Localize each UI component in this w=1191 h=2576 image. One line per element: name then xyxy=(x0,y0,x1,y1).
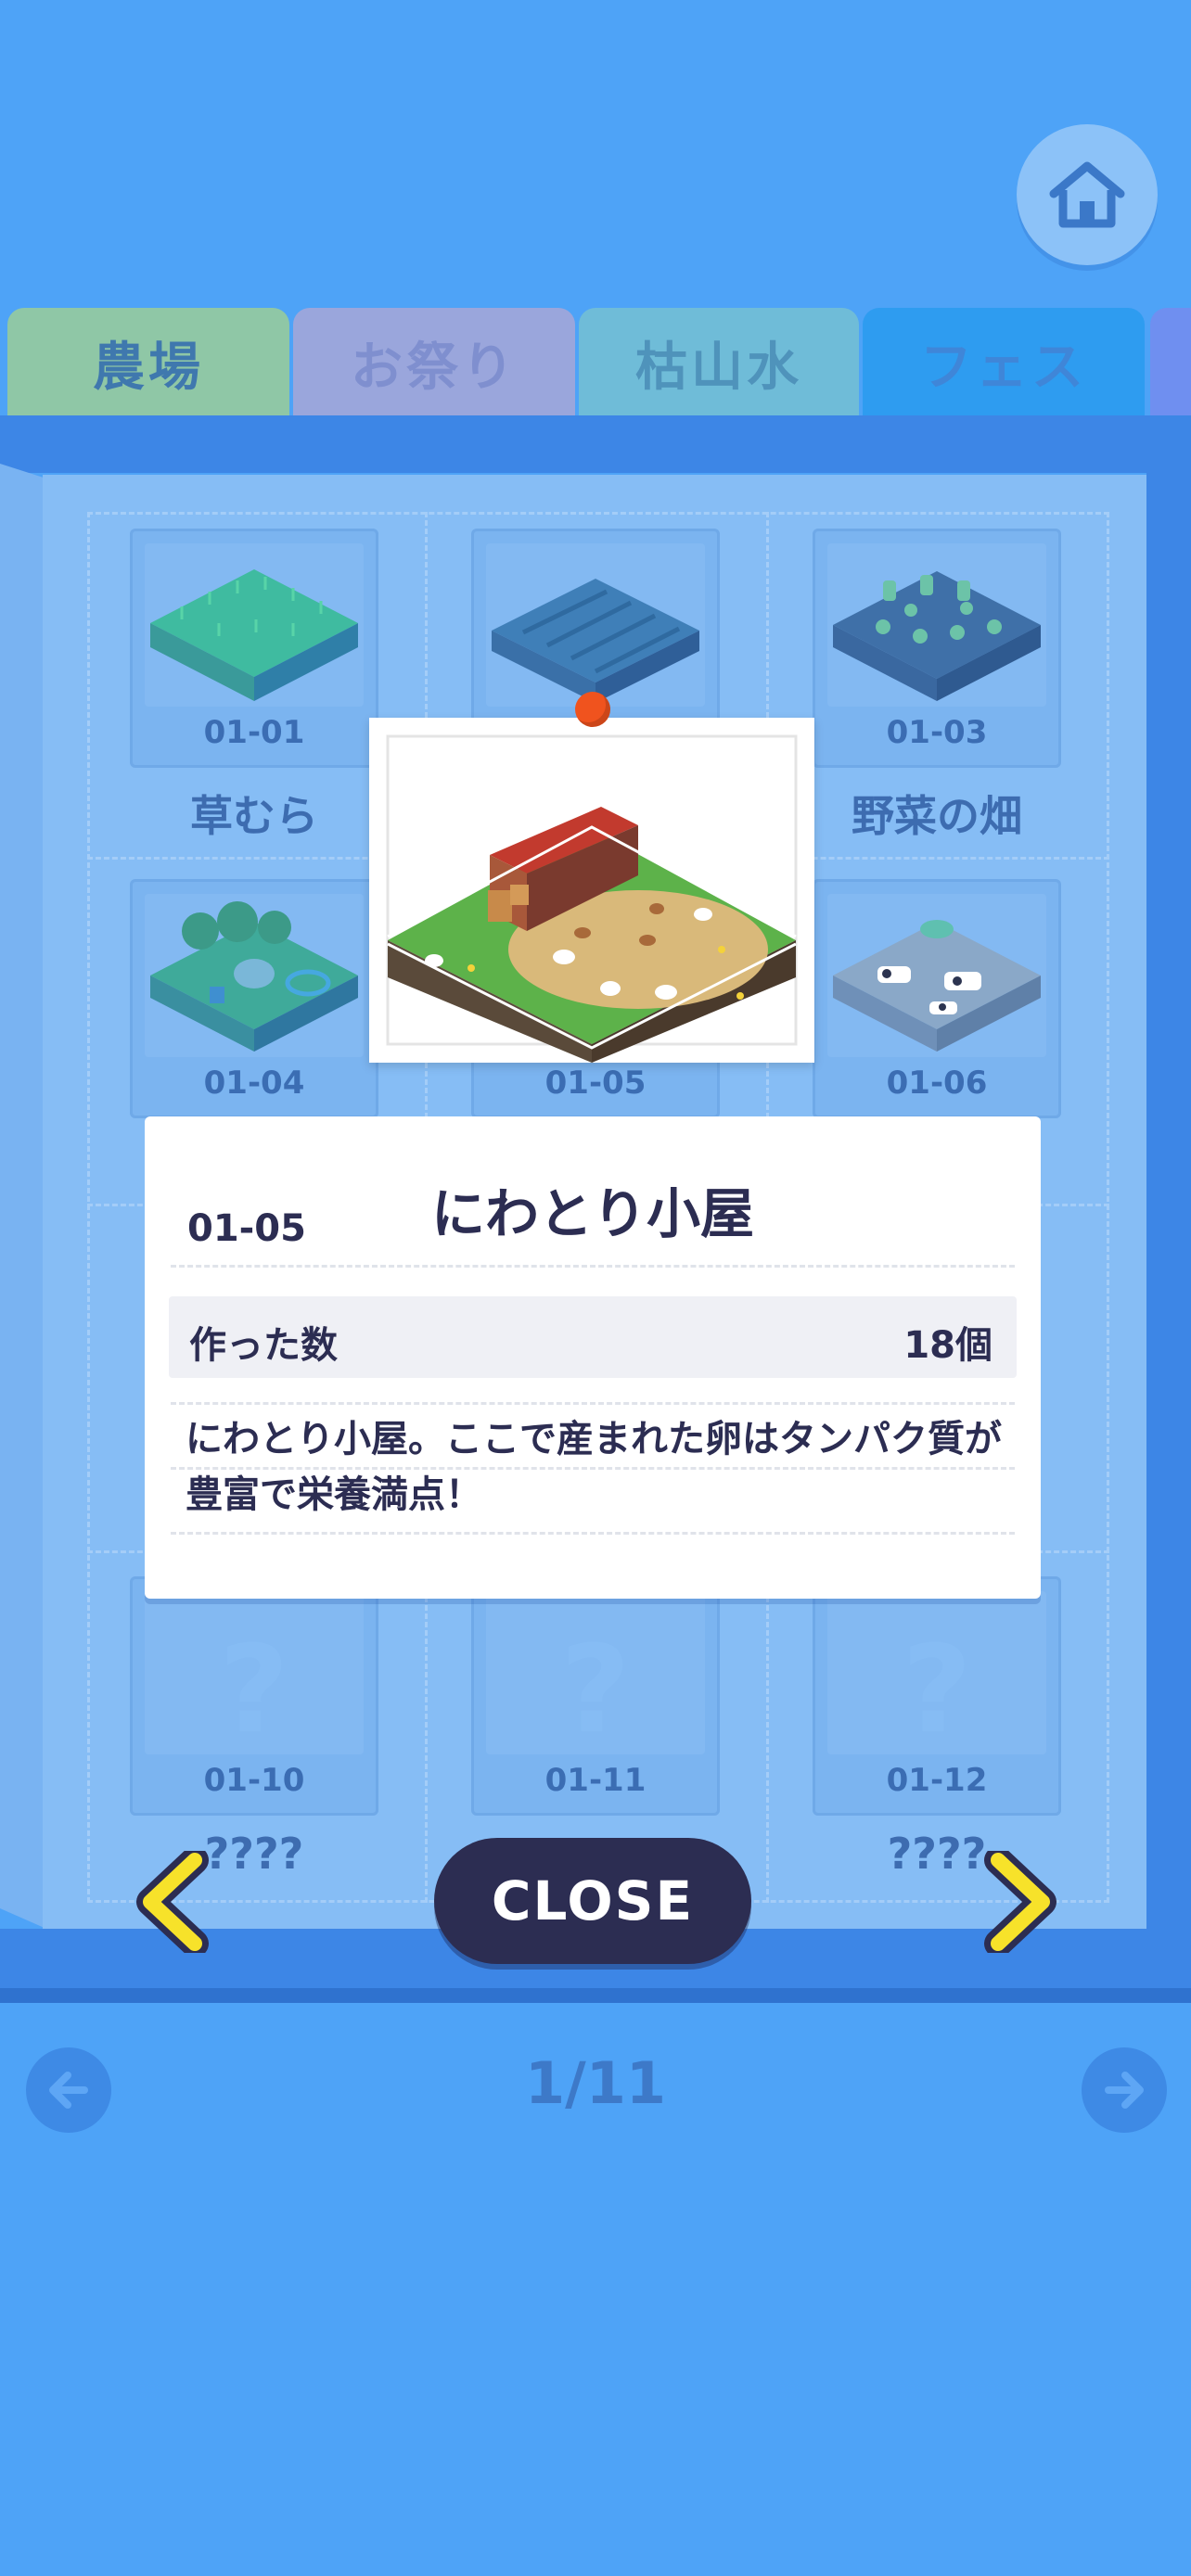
item-preview-image xyxy=(369,718,814,1063)
collection-item-01-12[interactable]: ? 01-12 xyxy=(813,1576,1061,1816)
prev-page-button[interactable] xyxy=(134,1846,217,1958)
item-thumbnail: ? xyxy=(827,1591,1046,1754)
tab-festival[interactable]: お祭り xyxy=(293,308,575,417)
book-frame-shadow xyxy=(0,1988,1191,2003)
item-number: 01-10 xyxy=(203,1762,305,1799)
created-count-value: 18個 xyxy=(903,1324,992,1367)
question-icon: ? xyxy=(902,1619,972,1754)
next-page-button[interactable] xyxy=(976,1846,1059,1958)
pager-next-button[interactable] xyxy=(1082,2047,1167,2133)
tab-fes[interactable]: フェス xyxy=(863,308,1145,417)
collection-item-01-01[interactable]: 01-01 xyxy=(130,529,378,768)
item-number: 01-06 xyxy=(886,1065,988,1102)
tab-farm[interactable]: 農場 xyxy=(7,308,289,417)
home-button[interactable] xyxy=(1017,124,1158,265)
tab-label: 枯山水 xyxy=(635,337,802,398)
book-frame-top xyxy=(0,415,1191,473)
collection-item-01-04[interactable]: 01-04 xyxy=(130,879,378,1118)
divider xyxy=(171,1265,1015,1268)
divider xyxy=(171,1402,1015,1405)
divider xyxy=(171,1467,1015,1470)
tab-next-partial[interactable] xyxy=(1150,308,1191,417)
tab-label: フェス xyxy=(920,337,1087,398)
dialog-item-number: 01-05 xyxy=(187,1207,306,1250)
book-left-page xyxy=(0,464,46,1929)
item-thumbnail xyxy=(827,894,1046,1057)
close-button[interactable]: CLOSE xyxy=(434,1838,751,1964)
item-name: 野菜の畑 xyxy=(852,791,1022,841)
item-number: 01-05 xyxy=(544,1065,647,1102)
tab-label: お祭り xyxy=(351,337,518,398)
item-thumbnail xyxy=(486,543,705,707)
item-number: 01-12 xyxy=(886,1762,988,1799)
item-thumbnail: ? xyxy=(486,1591,705,1754)
book-frame-right xyxy=(1146,415,1191,1955)
chevron-right-icon xyxy=(984,1846,1057,1958)
created-count-row: 作った数 18個 xyxy=(169,1296,1017,1378)
item-info-dialog: にわとり小屋 01-05 作った数 18個 にわとり小屋。ここで産まれた卵はタン… xyxy=(145,1116,1041,1599)
home-icon xyxy=(1049,161,1125,228)
item-number: 01-01 xyxy=(203,714,305,751)
page-indicator: 1/11 xyxy=(524,2049,667,2117)
item-thumbnail xyxy=(827,543,1046,707)
arrow-right-icon xyxy=(1105,2072,1144,2109)
item-number: 01-11 xyxy=(544,1762,647,1799)
item-thumbnail xyxy=(145,543,364,707)
item-thumbnail xyxy=(145,894,364,1057)
item-number: 01-03 xyxy=(886,714,988,751)
collection-item-01-03[interactable]: 01-03 xyxy=(813,529,1061,768)
created-count-label: 作った数 xyxy=(189,1324,338,1367)
item-name: 草むら xyxy=(190,791,318,841)
item-thumbnail: ? xyxy=(145,1591,364,1754)
item-number: 01-04 xyxy=(203,1065,305,1102)
divider xyxy=(171,1532,1015,1535)
tab-label: 農場 xyxy=(93,337,204,398)
pin-icon xyxy=(575,692,610,727)
tab-karesansui[interactable]: 枯山水 xyxy=(579,308,859,417)
question-icon: ? xyxy=(219,1619,289,1754)
collection-item-01-06[interactable]: 01-06 xyxy=(813,879,1061,1118)
collection-item-01-10[interactable]: ? 01-10 xyxy=(130,1576,378,1816)
chevron-left-icon xyxy=(136,1846,209,1958)
collection-item-01-11[interactable]: ? 01-11 xyxy=(471,1576,720,1816)
question-icon: ? xyxy=(560,1619,631,1754)
